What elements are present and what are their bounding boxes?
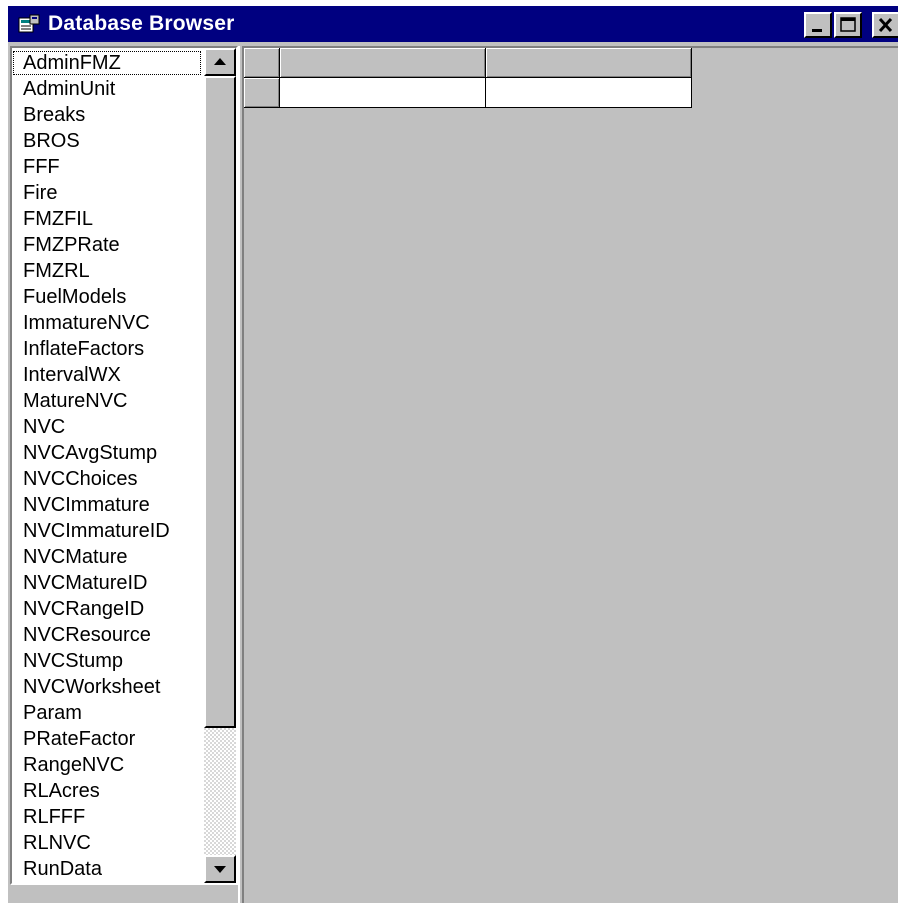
grid-cell[interactable] xyxy=(280,78,486,108)
title-bar[interactable]: Database Browser xyxy=(8,6,898,42)
table-list-item[interactable]: NVCStump xyxy=(12,648,202,674)
table-list-item[interactable]: FMZFIL xyxy=(12,206,202,232)
table-list-item[interactable]: IntervalWX xyxy=(12,362,202,388)
table-list-item[interactable]: NVCRangeID xyxy=(12,596,202,622)
table-list-item[interactable]: RunData xyxy=(12,856,202,882)
database-browser-window: Database Browser AdminFMZ AdminUnit Breaks… xyxy=(8,6,898,903)
table-list-item[interactable]: AdminUnit xyxy=(12,76,202,102)
table-list-item[interactable]: MatureNVC xyxy=(12,388,202,414)
table-list-item[interactable]: Fire xyxy=(12,180,202,206)
table-list-item[interactable]: NVCMature xyxy=(12,544,202,570)
minimize-button[interactable] xyxy=(804,12,832,38)
table-list-item[interactable]: NVCImmatureID xyxy=(12,518,202,544)
column-header[interactable] xyxy=(280,48,486,78)
close-icon xyxy=(878,17,893,33)
table-list-item[interactable]: NVCWorksheet xyxy=(12,674,202,700)
scroll-down-button[interactable] xyxy=(204,855,236,883)
table-list-item[interactable]: InflateFactors xyxy=(12,336,202,362)
list-vertical-scrollbar[interactable] xyxy=(204,48,236,883)
table-list-item[interactable]: FMZRL xyxy=(12,258,202,284)
window-title: Database Browser xyxy=(48,12,235,35)
table-list-item[interactable]: RLAcres xyxy=(12,778,202,804)
grid-corner-cell[interactable] xyxy=(244,48,280,78)
column-header[interactable] xyxy=(486,48,692,78)
scroll-up-button[interactable] xyxy=(204,48,236,76)
scroll-up-arrow-icon xyxy=(214,58,226,65)
table-list-item[interactable]: NVCMatureID xyxy=(12,570,202,596)
table-list-item[interactable]: NVCImmature xyxy=(12,492,202,518)
table-list-item[interactable]: PRateFactor xyxy=(12,726,202,752)
table-list[interactable]: AdminFMZ AdminUnit Breaks BROS FFF Fire FMZFIL… xyxy=(10,46,238,885)
table-list-item[interactable]: RangeNVC xyxy=(12,752,202,778)
table-list-item[interactable]: NVCAvgStump xyxy=(12,440,202,466)
table-list-item[interactable]: FFF xyxy=(12,154,202,180)
table-list-item[interactable]: BROS xyxy=(12,128,202,154)
table-list-items: AdminFMZ AdminUnit Breaks BROS FFF Fire FMZFIL… xyxy=(12,50,202,882)
table-list-item[interactable]: NVCResource xyxy=(12,622,202,648)
table-list-item[interactable]: FMZPRate xyxy=(12,232,202,258)
maximize-icon xyxy=(840,17,856,32)
close-button[interactable] xyxy=(872,12,898,38)
table-list-item[interactable]: FuelModels xyxy=(12,284,202,310)
table-list-item[interactable]: Param xyxy=(12,700,202,726)
grid-cell[interactable] xyxy=(486,78,692,108)
table-list-item[interactable]: Breaks xyxy=(12,102,202,128)
scroll-down-arrow-icon xyxy=(214,866,226,873)
table-list-item[interactable]: RLNVC xyxy=(12,830,202,856)
minimize-icon xyxy=(812,29,822,32)
maximize-button[interactable] xyxy=(834,12,862,38)
table-list-item[interactable]: AdminFMZ xyxy=(12,50,202,76)
scrollbar-thumb[interactable] xyxy=(204,76,236,728)
table-list-item[interactable]: ImmatureNVC xyxy=(12,310,202,336)
table-list-item[interactable]: NVC xyxy=(12,414,202,440)
row-header[interactable] xyxy=(244,78,280,108)
database-app-icon xyxy=(18,14,40,33)
table-list-item[interactable]: RLFFF xyxy=(12,804,202,830)
table-list-item[interactable]: NVCChoices xyxy=(12,466,202,492)
data-grid-area xyxy=(242,46,898,903)
